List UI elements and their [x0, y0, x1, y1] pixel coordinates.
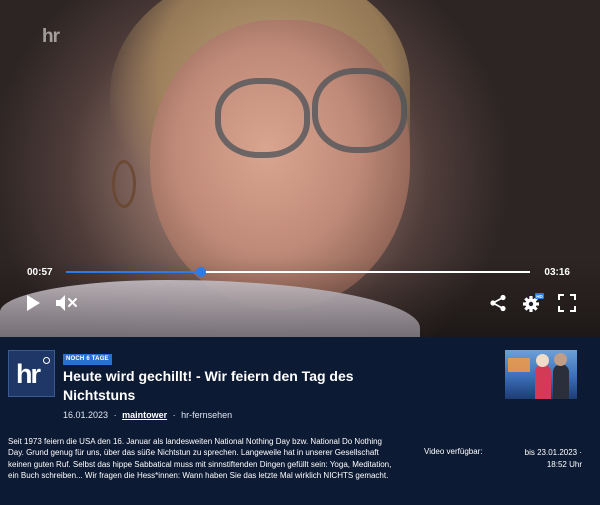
- video-frame-glasses-right: [312, 68, 407, 153]
- video-frame-glasses-left: [215, 78, 310, 158]
- video-description: Seit 1973 feiern die USA den 16. Januar …: [8, 437, 392, 481]
- availability-date: bis 23.01.2023 · 18:52 Uhr: [512, 447, 582, 471]
- mute-button[interactable]: [54, 291, 78, 315]
- fullscreen-icon: [558, 294, 576, 312]
- play-icon: [27, 295, 40, 311]
- mute-icon: [56, 295, 77, 311]
- broadcast-date: 16.01.2023: [63, 410, 109, 420]
- progress-bar[interactable]: [66, 267, 530, 277]
- share-button[interactable]: [486, 291, 510, 315]
- video-frame-earring: [112, 160, 136, 208]
- availability-label: Video verfügbar:: [424, 447, 483, 456]
- progress-bar-handle[interactable]: [195, 267, 206, 277]
- play-button[interactable]: [21, 291, 45, 315]
- video-player[interactable]: hr 00:57 03:16 HD: [0, 0, 600, 337]
- video-title: Heute wird gechillt! - Wir feiern den Ta…: [63, 368, 354, 403]
- thumbnail-presenter-right-head: [554, 353, 567, 366]
- thumbnail-presenter-left: [535, 364, 551, 399]
- thumbnail-presenter-left-head: [536, 354, 549, 367]
- meta-separator: ·: [172, 410, 176, 420]
- thumbnail-presenter-right: [553, 364, 569, 399]
- player-controls: 00:57 03:16 HD: [0, 258, 600, 337]
- thumbnail-background-screen: [508, 358, 530, 372]
- hd-badge-label: HD: [536, 294, 543, 299]
- share-icon: [490, 294, 506, 312]
- availability-badge: NOCH 6 TAGE: [63, 354, 112, 365]
- hr-channel-logo[interactable]: hr: [8, 350, 55, 397]
- video-meta: 16.01.2023 · maintower · hr-fernsehen: [63, 410, 232, 420]
- hr-watermark-logo: hr: [42, 26, 60, 47]
- broadcaster-name: hr-fernsehen: [181, 410, 233, 420]
- current-time: 00:57: [27, 267, 53, 278]
- show-link[interactable]: maintower: [122, 410, 167, 420]
- video-info-panel: hr NOCH 6 TAGE Heute wird gechillt! - Wi…: [0, 337, 600, 505]
- fullscreen-button[interactable]: [555, 291, 579, 315]
- duration-time: 03:16: [544, 267, 570, 278]
- settings-button[interactable]: HD: [521, 291, 545, 315]
- availability-time: 18:52 Uhr: [546, 460, 582, 469]
- progress-bar-fill: [66, 271, 201, 273]
- hr-logo-ring-icon: [43, 357, 50, 364]
- video-thumbnail[interactable]: [505, 350, 577, 399]
- meta-separator: ·: [113, 410, 117, 420]
- hr-logo-text: hr: [16, 359, 41, 389]
- availability-until: bis 23.01.2023 ·: [524, 448, 582, 457]
- settings-icon: HD: [523, 293, 544, 312]
